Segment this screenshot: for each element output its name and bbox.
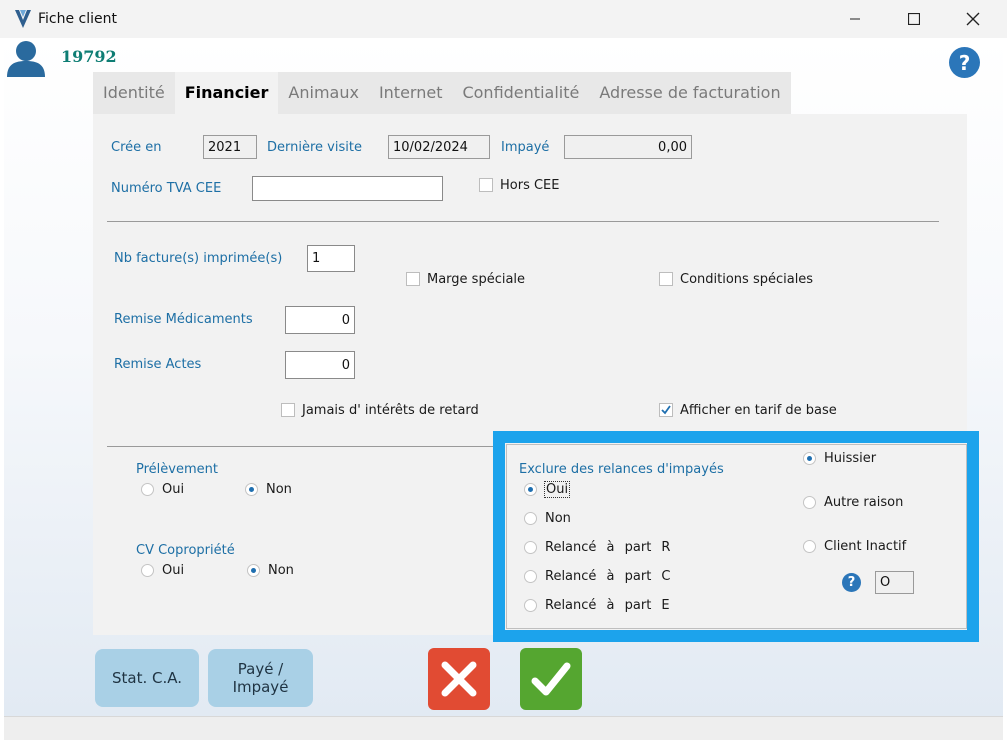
remise-actes-label: Remise Actes bbox=[114, 357, 202, 372]
hors-cee-checkbox[interactable] bbox=[479, 178, 493, 192]
prelevement-non-label: Non bbox=[266, 482, 292, 497]
cree-en-label: Crée en bbox=[111, 140, 162, 155]
user-icon bbox=[7, 41, 45, 77]
remise-medicaments-label: Remise Médicaments bbox=[114, 312, 253, 327]
paye-impaye-button[interactable]: Payé / Impayé bbox=[208, 649, 313, 707]
app-logo-icon bbox=[15, 10, 31, 28]
minimize-icon bbox=[850, 18, 860, 20]
cree-en-field[interactable]: 2021 bbox=[203, 135, 257, 159]
prelevement-oui-radio[interactable] bbox=[141, 483, 154, 496]
marge-speciale-checkbox[interactable] bbox=[406, 272, 420, 286]
relance-part-c-label: Relancé à part C bbox=[545, 569, 671, 584]
cv-oui-label: Oui bbox=[162, 563, 185, 578]
help-icon[interactable]: ? bbox=[949, 47, 980, 78]
cancel-button[interactable] bbox=[428, 648, 490, 710]
autre-raison-radio[interactable] bbox=[803, 496, 816, 509]
conditions-speciales-checkbox[interactable] bbox=[659, 272, 673, 286]
cv-non-radio[interactable] bbox=[247, 564, 260, 577]
ok-button[interactable] bbox=[520, 648, 582, 710]
relance-part-e-radio[interactable] bbox=[524, 599, 537, 612]
hors-cee-label: Hors CEE bbox=[500, 178, 560, 193]
exclure-oui-radio[interactable] bbox=[524, 483, 537, 496]
relance-part-e-label: Relancé à part E bbox=[545, 598, 670, 613]
maximize-icon bbox=[908, 13, 920, 25]
tab-financier[interactable]: Financier bbox=[174, 72, 279, 114]
prelevement-label: Prélèvement bbox=[136, 462, 218, 477]
prelevement-oui-label: Oui bbox=[162, 482, 185, 497]
nb-factures-input[interactable]: 1 bbox=[307, 245, 355, 272]
check-icon bbox=[661, 405, 671, 415]
cv-oui-radio[interactable] bbox=[141, 564, 154, 577]
remise-actes-input[interactable]: 0 bbox=[285, 351, 355, 379]
tab-identite[interactable]: Identité bbox=[93, 72, 175, 114]
exclure-non-radio[interactable] bbox=[524, 512, 537, 525]
tva-label: Numéro TVA CEE bbox=[111, 181, 222, 196]
tva-input[interactable] bbox=[252, 176, 443, 201]
minimize-button[interactable] bbox=[832, 0, 878, 38]
help-icon[interactable]: ? bbox=[842, 573, 861, 592]
code-field[interactable]: O bbox=[875, 571, 914, 594]
cv-copropriete-label: CV Copropriété bbox=[136, 543, 235, 558]
cv-non-label: Non bbox=[268, 563, 294, 578]
impaye-label: Impayé bbox=[501, 140, 550, 155]
checkmark-icon bbox=[531, 662, 571, 696]
divider bbox=[107, 446, 493, 447]
afficher-tarif-label: Afficher en tarif de base bbox=[680, 403, 837, 418]
close-button[interactable] bbox=[950, 0, 996, 38]
conditions-speciales-label: Conditions spéciales bbox=[680, 272, 814, 287]
derniere-visite-label: Dernière visite bbox=[267, 140, 362, 155]
huissier-label: Huissier bbox=[824, 451, 877, 466]
divider bbox=[107, 221, 939, 222]
paye-label: Payé / bbox=[237, 660, 284, 678]
client-inactif-label: Client Inactif bbox=[824, 539, 907, 554]
exclure-oui-label: Oui bbox=[544, 481, 571, 498]
remise-medicaments-input[interactable]: 0 bbox=[285, 306, 355, 334]
tab-animaux[interactable]: Animaux bbox=[278, 72, 369, 114]
impaye-field[interactable]: 0,00 bbox=[564, 135, 692, 159]
jamais-interets-checkbox[interactable] bbox=[281, 403, 295, 417]
derniere-visite-field[interactable]: 10/02/2024 bbox=[388, 135, 490, 159]
tab-adresse-facturation[interactable]: Adresse de facturation bbox=[589, 72, 790, 114]
relance-part-c-radio[interactable] bbox=[524, 570, 537, 583]
maximize-button[interactable] bbox=[891, 0, 937, 38]
marge-speciale-label: Marge spéciale bbox=[427, 272, 526, 287]
stat-ca-label: Stat. C.A. bbox=[111, 669, 183, 687]
close-icon bbox=[966, 12, 980, 26]
prelevement-non-radio[interactable] bbox=[245, 483, 258, 496]
tab-internet[interactable]: Internet bbox=[369, 72, 453, 114]
nb-factures-label: Nb facture(s) imprimée(s) bbox=[114, 251, 283, 266]
afficher-tarif-checkbox[interactable] bbox=[659, 403, 673, 417]
impaye-button-label: Impayé bbox=[232, 678, 289, 696]
exclure-non-label: Non bbox=[545, 511, 571, 526]
stat-ca-button[interactable]: Stat. C.A. bbox=[95, 649, 199, 707]
jamais-interets-label: Jamais d' intérêts de retard bbox=[302, 403, 479, 418]
exclure-label: Exclure des relances d'impayés bbox=[519, 462, 724, 477]
client-id: 19792 bbox=[61, 47, 117, 66]
huissier-radio[interactable] bbox=[803, 452, 816, 465]
tab-confidentialite[interactable]: Confidentialité bbox=[452, 72, 589, 114]
tab-bar: Identité Financier Animaux Internet Conf… bbox=[93, 72, 791, 114]
client-inactif-radio[interactable] bbox=[803, 540, 816, 553]
status-bar bbox=[4, 716, 1003, 740]
window-title: Fiche client bbox=[38, 11, 118, 27]
relance-part-r-label: Relancé à part R bbox=[545, 540, 671, 555]
autre-raison-label: Autre raison bbox=[824, 495, 904, 510]
relance-part-r-radio[interactable] bbox=[524, 541, 537, 554]
cancel-x-icon bbox=[441, 661, 477, 697]
